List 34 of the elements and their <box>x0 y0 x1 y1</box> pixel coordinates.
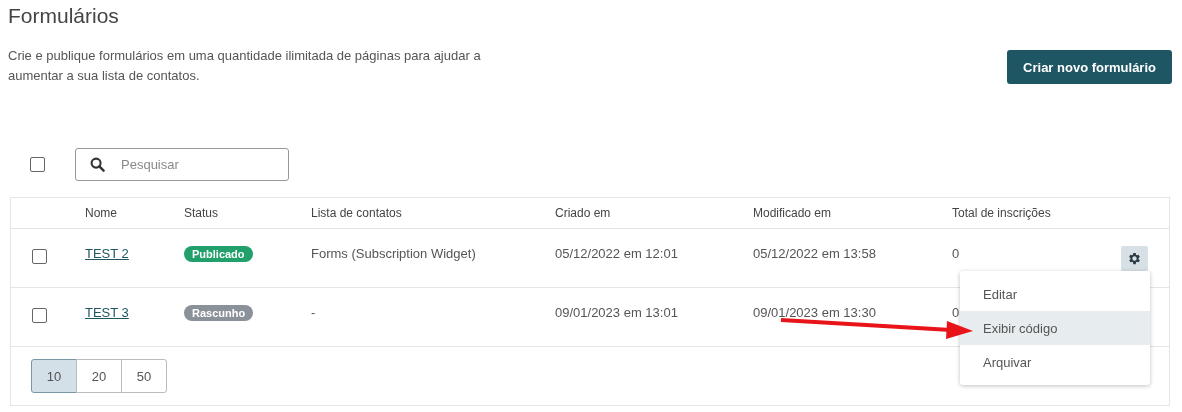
status-badge: Publicado <box>184 246 253 262</box>
column-header: Modificado em <box>753 206 833 220</box>
table-cell-text: Forms (Subscription Widget) <box>311 246 477 261</box>
column-header: Status <box>184 206 220 220</box>
row-checkbox[interactable] <box>32 308 47 323</box>
status-badge: Rascunho <box>184 305 254 321</box>
column-header: Lista de contatos <box>311 206 403 220</box>
settings-icon <box>1127 251 1142 266</box>
page-size-button[interactable]: 50 <box>121 359 167 393</box>
row-checkbox[interactable] <box>32 249 47 264</box>
menu-item[interactable]: Arquivar <box>960 345 1150 379</box>
table-cell-text: 0 <box>952 305 961 320</box>
select-all-checkbox[interactable] <box>30 156 45 172</box>
menu-item[interactable]: Editar <box>960 277 1150 311</box>
table-cell-text: 09/01/2023 em 13:01 <box>555 305 679 320</box>
search-icon <box>90 156 105 172</box>
page-size-button[interactable]: 20 <box>76 359 122 393</box>
column-header: Total de inscrições <box>952 206 1052 220</box>
form-name-link[interactable]: TEST 2 <box>85 246 129 261</box>
menu-item[interactable]: Exibir código <box>960 311 1150 345</box>
table-cell-text: - <box>311 305 317 320</box>
settings-button[interactable] <box>1121 246 1148 271</box>
create-form-button[interactable]: Criar novo formulário <box>1007 50 1172 84</box>
table-cell-text: 05/12/2022 em 13:58 <box>753 246 877 261</box>
page-title: Formulários <box>7 3 120 28</box>
table-cell-text: 09/01/2023 em 13:30 <box>753 305 877 320</box>
column-header: Criado em <box>555 206 612 220</box>
column-header: Nome <box>85 206 118 220</box>
form-name-link[interactable]: TEST 3 <box>85 305 129 320</box>
table-cell-text: 0 <box>952 246 961 261</box>
page-description: Crie e publique formulários em uma quantidade ilimitada de páginas para ajudar a aumentar a sua lista de contatos. <box>8 47 482 85</box>
search-field[interactable]: Pesquisar <box>75 147 289 181</box>
page-size-button[interactable]: 10 <box>31 359 77 393</box>
table-cell-text: 05/12/2022 em 12:01 <box>555 246 679 261</box>
